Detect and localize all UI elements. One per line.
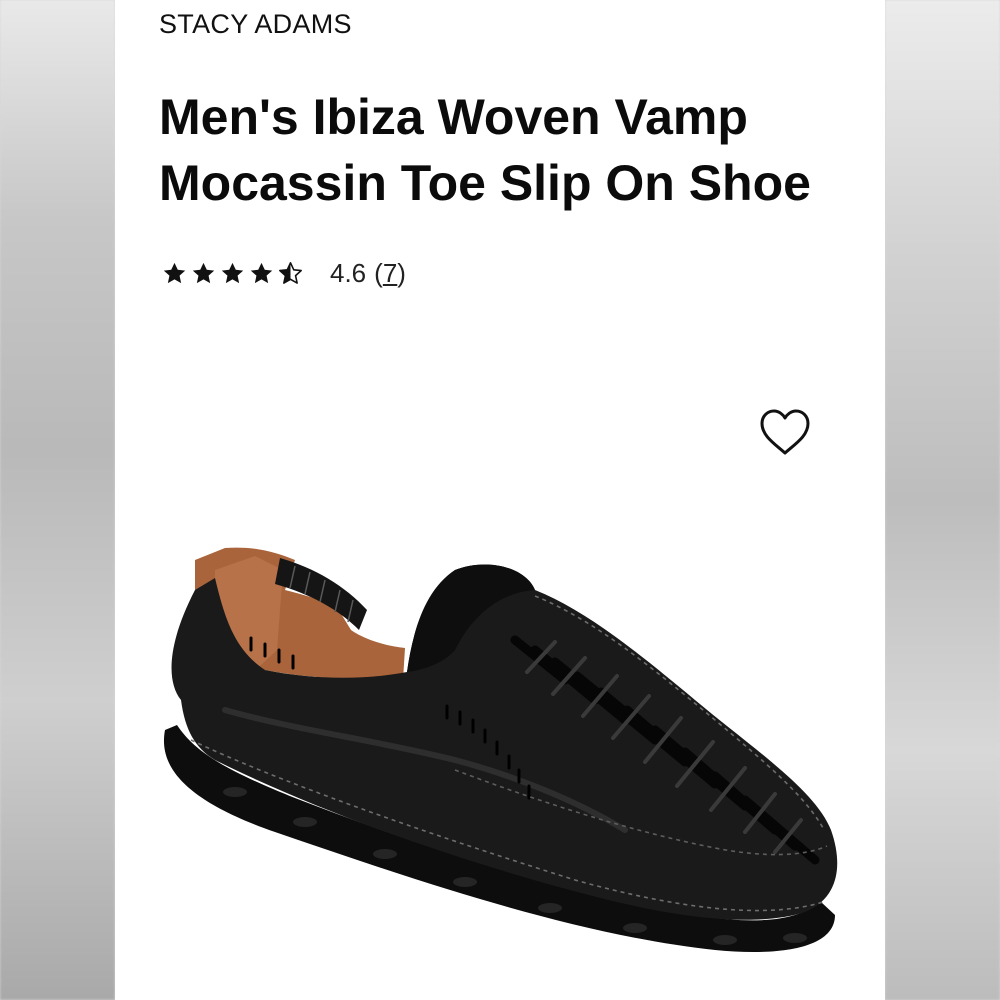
star-rating <box>161 260 304 287</box>
star-half-icon <box>279 261 302 284</box>
star-full-icon <box>163 262 186 283</box>
rating-row[interactable]: 4.6 (7) <box>161 256 406 290</box>
star-full-icon <box>221 262 244 283</box>
wishlist-button[interactable] <box>756 405 814 461</box>
heart-outline-icon <box>760 409 810 455</box>
review-count-link[interactable]: 7 <box>383 258 397 288</box>
star-full-icon <box>192 262 215 283</box>
rating-score: 4.6 <box>330 257 367 288</box>
review-count-open: ( <box>374 257 383 288</box>
shoe-image <box>163 547 838 953</box>
product-title: Men's Ibiza Woven Vamp Mocassin Toe Slip… <box>159 89 811 211</box>
review-count-close: ) <box>397 257 406 288</box>
product-panel: STACY ADAMS Men's Ibiza Woven Vamp Mocas… <box>115 0 885 1000</box>
brand-name[interactable]: STACY ADAMS <box>159 9 352 40</box>
blurred-background-right <box>885 0 1000 1000</box>
review-count[interactable]: (7) <box>374 258 406 289</box>
blurred-background-left <box>0 0 115 1000</box>
star-full-icon <box>250 262 273 283</box>
